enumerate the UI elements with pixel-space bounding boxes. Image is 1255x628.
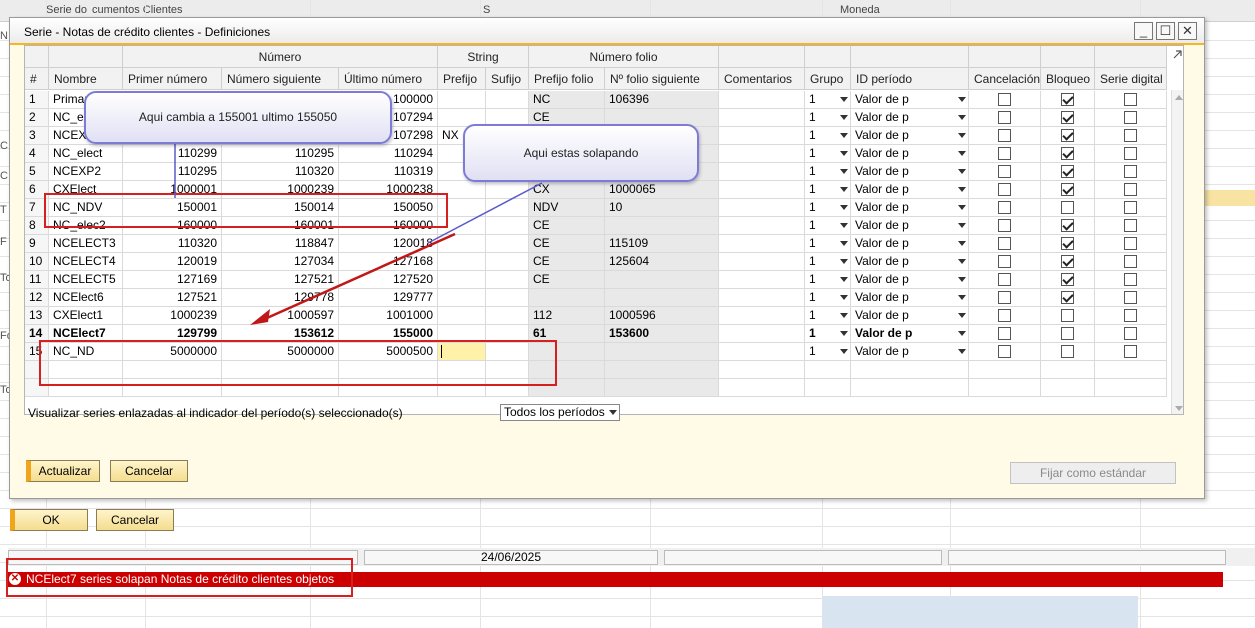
callout-pointer <box>427 182 543 244</box>
callout-overlapping: Aqui estas solapando <box>463 124 699 182</box>
annotation-arrowhead <box>250 309 270 325</box>
annotation-arrow <box>257 232 456 324</box>
callout-change-range: Aqui cambia a 155001 ultimo 155050 <box>84 91 392 144</box>
